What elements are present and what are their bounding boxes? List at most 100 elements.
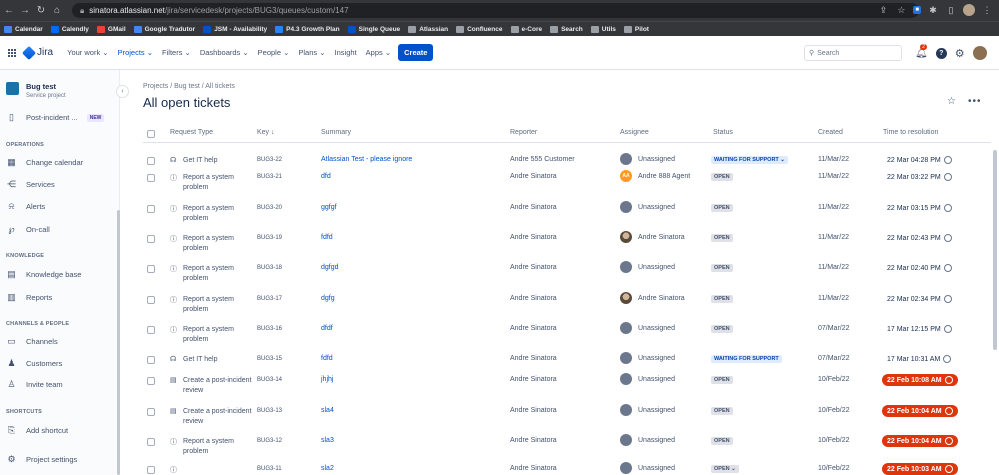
row-checkbox[interactable] — [147, 296, 155, 304]
bookmark-item[interactable]: GMail — [96, 25, 126, 33]
puzzle-icon[interactable]: ✱ — [927, 4, 939, 16]
column-header-assignee[interactable]: Assignee — [620, 129, 649, 136]
back-icon[interactable]: ← — [2, 5, 16, 16]
issue-summary-link[interactable]: jhjhj — [321, 376, 333, 383]
issue-key[interactable]: BUG3-22 — [257, 157, 282, 163]
column-header-key[interactable]: Key ↓ — [257, 129, 275, 136]
assignee-cell[interactable]: Unassigned — [620, 153, 675, 165]
bookmark-item[interactable]: Calendar — [4, 25, 43, 33]
assignee-cell[interactable]: Unassigned — [620, 462, 675, 474]
status-cell[interactable]: OPEN — [711, 173, 733, 181]
sidebar-item-change-calendar[interactable]: ▦ Change calendar — [6, 157, 83, 168]
row-checkbox[interactable] — [147, 408, 155, 416]
assignee-cell[interactable]: Unassigned — [620, 261, 675, 273]
bookmark-star-icon[interactable]: ☆ — [895, 4, 907, 16]
row-checkbox[interactable] — [147, 466, 155, 474]
status-badge[interactable]: OPEN — [711, 264, 733, 272]
sidebar-item-post-incident[interactable]: ▯ Post-incident ... NEW — [6, 112, 105, 123]
page-scrollbar[interactable] — [993, 150, 997, 350]
status-badge[interactable]: OPEN — [711, 234, 733, 242]
share-icon[interactable]: ⇪ — [877, 4, 889, 16]
status-badge[interactable]: WAITING FOR SUPPORT — [711, 355, 782, 363]
assignee-cell[interactable]: Andre Sinatora — [620, 231, 685, 243]
status-badge[interactable]: OPEN — [711, 325, 733, 333]
user-avatar[interactable] — [972, 46, 987, 60]
issue-summary-link[interactable]: fdfd — [321, 355, 333, 362]
nav-item-projects[interactable]: Projects ⌄ — [118, 48, 153, 57]
status-badge[interactable]: OPEN — [711, 204, 733, 212]
issue-summary-link[interactable]: dfd — [321, 173, 331, 180]
sidebar-item-on-call[interactable]: ℘ On-call — [6, 224, 49, 235]
issue-summary-link[interactable]: dgfgd — [321, 264, 339, 271]
status-badge[interactable]: OPEN — [711, 295, 733, 303]
help-icon[interactable]: ? — [935, 47, 947, 59]
issue-key[interactable]: BUG3-16 — [257, 326, 282, 332]
status-badge[interactable]: OPEN — [711, 407, 733, 415]
status-cell[interactable]: OPEN — [711, 407, 733, 415]
status-cell[interactable]: OPEN — [711, 325, 733, 333]
status-badge[interactable]: OPEN — [711, 376, 733, 384]
sidebar-item-channels[interactable]: ▭ Channels — [6, 336, 57, 347]
sidebar-item-add-shortcut[interactable]: ⎘ Add shortcut — [6, 425, 68, 436]
issue-summary-link[interactable]: dgfg — [321, 295, 335, 302]
create-button[interactable]: Create — [398, 44, 434, 61]
issue-key[interactable]: BUG3-11 — [257, 466, 282, 472]
row-checkbox[interactable] — [147, 205, 155, 213]
sidebar-item-reports[interactable]: ▥ Reports — [6, 292, 52, 303]
sidebar-item-customers[interactable]: ♟ Customers — [6, 358, 62, 369]
sidebar-item-alerts[interactable]: ⍾ Alerts — [6, 201, 46, 212]
column-header-time-to-resolution[interactable]: Time to resolution — [883, 129, 938, 136]
row-checkbox[interactable] — [147, 174, 155, 182]
bookmark-item[interactable]: Pilot — [623, 25, 649, 33]
issue-key[interactable]: BUG3-15 — [257, 356, 282, 362]
breadcrumb[interactable]: Projects / Bug test / All tickets — [143, 83, 235, 90]
address-bar[interactable]: 🔒︎ sinatora.atlassian.net /jira/serviced… — [72, 3, 919, 18]
status-cell[interactable]: OPEN ⌄ — [711, 465, 739, 473]
nav-item-dashboards[interactable]: Dashboards ⌄ — [200, 48, 249, 57]
sidepanel-icon[interactable]: ▯ — [945, 4, 957, 16]
extension-icon[interactable]: ■ — [913, 6, 921, 14]
issue-key[interactable]: BUG3-12 — [257, 438, 282, 444]
status-badge[interactable]: OPEN ⌄ — [711, 465, 739, 473]
issue-summary-link[interactable]: sla4 — [321, 407, 334, 414]
gear-icon[interactable]: ⚙ — [955, 47, 965, 60]
home-icon[interactable]: ⌂ — [50, 5, 64, 16]
select-all-checkbox[interactable] — [147, 130, 155, 138]
row-checkbox[interactable] — [147, 326, 155, 334]
issue-key[interactable]: BUG3-20 — [257, 205, 282, 211]
assignee-cell[interactable]: Unassigned — [620, 322, 675, 334]
nav-item-plans[interactable]: Plans ⌄ — [298, 48, 325, 57]
status-cell[interactable]: OPEN — [711, 234, 733, 242]
nav-item-apps[interactable]: Apps ⌄ — [366, 48, 391, 57]
issue-summary-link[interactable]: Atlassian Test - please ignore — [321, 156, 412, 163]
forward-icon[interactable]: → — [18, 5, 32, 16]
column-header-status[interactable]: Status — [713, 129, 733, 136]
bookmark-item[interactable]: Single Queue — [347, 25, 400, 33]
sidebar-item-project-settings[interactable]: ⚙ Project settings — [6, 454, 77, 465]
assignee-cell[interactable]: Unassigned — [620, 373, 675, 385]
issue-key[interactable]: BUG3-13 — [257, 408, 282, 414]
notifications-button[interactable]: 🔔︎ 2 — [915, 43, 928, 59]
status-badge[interactable]: OPEN — [711, 437, 733, 445]
status-badge[interactable]: OPEN — [711, 173, 733, 181]
bookmark-item[interactable]: Calendly — [50, 25, 89, 33]
star-icon[interactable]: ☆ — [947, 96, 956, 107]
column-header-summary[interactable]: Summary — [321, 129, 351, 136]
nav-item-insight[interactable]: Insight — [335, 48, 357, 57]
app-switcher-icon[interactable] — [8, 48, 16, 57]
browser-menu-icon[interactable]: ⋮ — [981, 4, 993, 16]
assignee-cell[interactable]: Unassigned — [620, 352, 675, 364]
issue-summary-link[interactable]: ggfgf — [321, 204, 337, 211]
row-checkbox[interactable] — [147, 265, 155, 273]
bookmark-item[interactable]: P4.3 Growth Plan — [275, 25, 340, 33]
status-cell[interactable]: OPEN — [711, 437, 733, 445]
nav-item-yourwork[interactable]: Your work ⌄ — [67, 48, 108, 57]
sidebar-item-services[interactable]: ⋲ Services — [6, 179, 55, 190]
bookmark-item[interactable]: Google Tradutor — [133, 25, 195, 33]
status-cell[interactable]: WAITING FOR SUPPORT — [711, 355, 782, 363]
jira-logo[interactable]: Jira — [21, 45, 53, 60]
sidebar-scrollbar[interactable] — [117, 210, 120, 475]
issue-key[interactable]: BUG3-19 — [257, 235, 282, 241]
column-header-created[interactable]: Created — [818, 129, 843, 136]
row-checkbox[interactable] — [147, 438, 155, 446]
